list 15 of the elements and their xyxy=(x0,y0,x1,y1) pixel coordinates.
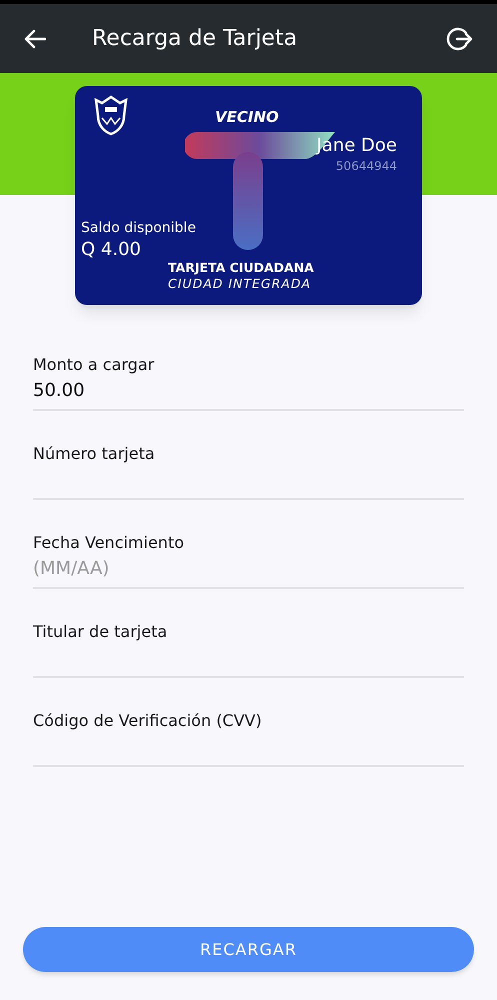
field-label: Titular de tarjeta xyxy=(33,621,168,643)
field-label: Número tarjeta xyxy=(33,443,156,465)
card-type: VECINO xyxy=(215,107,279,128)
card-brand-subtitle: CIUDAD INTEGRADA xyxy=(168,275,312,293)
back-icon[interactable] xyxy=(24,28,46,48)
input-field[interactable]: (MM/AA) xyxy=(33,555,464,589)
field-label: Fecha Vencimiento xyxy=(33,532,186,554)
input-field[interactable]: 50.00 xyxy=(33,377,464,411)
card-brand-title: TARJETA CIUDADANA xyxy=(168,259,314,277)
field-label: Código de Verificación (CVV) xyxy=(33,710,263,732)
screen-title: Recarga de Tarjeta xyxy=(92,25,298,53)
field-label: Monto a cargar xyxy=(33,354,156,376)
balance-amount: Q 4.00 xyxy=(81,238,141,262)
balance-label: Saldo disponible xyxy=(81,219,196,238)
card-number: 50644944 xyxy=(336,158,397,175)
